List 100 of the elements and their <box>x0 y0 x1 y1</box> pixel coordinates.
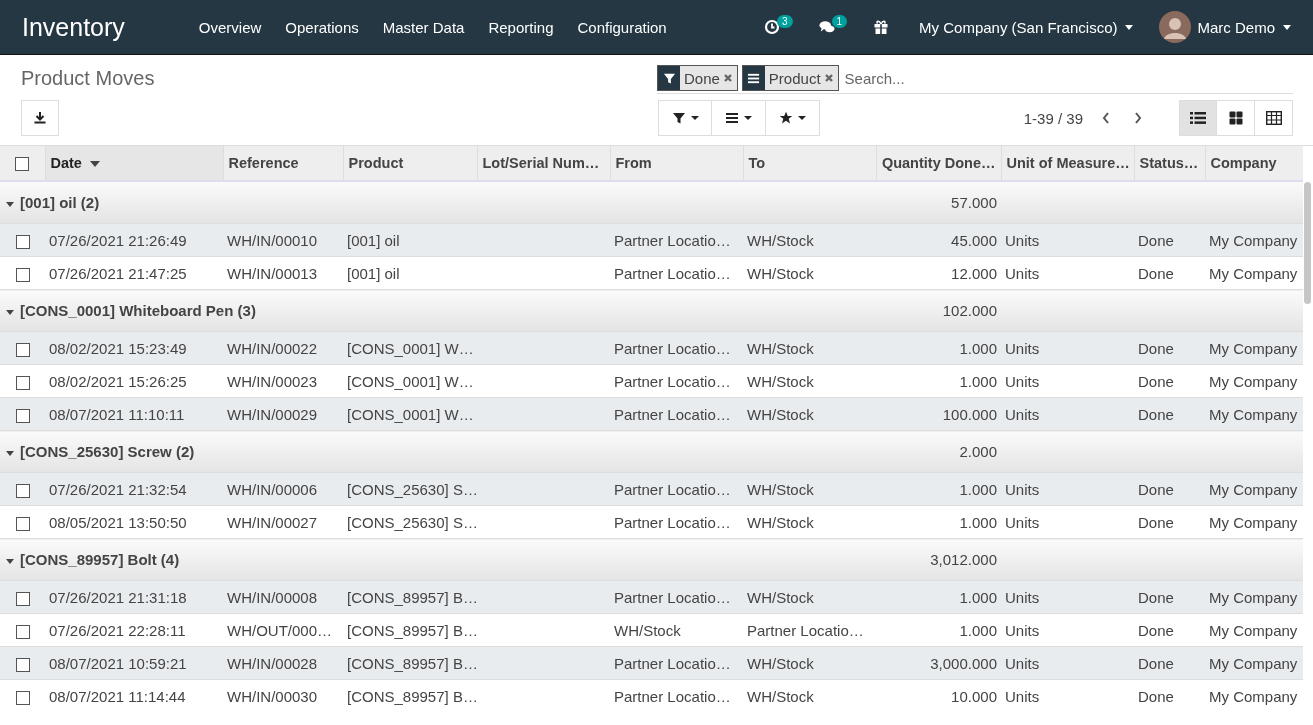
export-button[interactable] <box>21 100 59 136</box>
date-cell: 08/02/2021 15:23:49 <box>49 339 187 357</box>
column-header[interactable]: Reference <box>223 146 343 181</box>
group-total: 2.000 <box>876 430 1001 473</box>
filter-icon <box>662 71 676 85</box>
date-cell: 08/02/2021 15:26:25 <box>49 372 187 390</box>
unit-cell: Units <box>1005 687 1040 705</box>
row-checkbox[interactable] <box>15 408 30 423</box>
unit-cell: Units <box>1005 654 1040 672</box>
column-header[interactable]: Quantity Done… <box>876 146 1001 181</box>
group-header[interactable]: [CONS_0001] Whiteboard Pen (3) <box>0 289 876 332</box>
filters-button[interactable] <box>658 100 712 136</box>
row-checkbox[interactable] <box>15 234 30 249</box>
chat-icon <box>818 19 835 35</box>
message-count: 1 <box>831 14 848 28</box>
column-header[interactable]: To <box>743 146 876 181</box>
menu-item[interactable]: Configuration <box>565 18 679 36</box>
product-cell: [001] oil <box>347 264 400 282</box>
scrollbar[interactable] <box>1304 182 1311 304</box>
row-checkbox[interactable] <box>15 624 30 639</box>
quantity-cell: 10.000 <box>951 687 997 705</box>
column-header[interactable]: Lot/Serial Num… <box>477 146 610 181</box>
from-cell: Partner Locatio… <box>614 264 731 282</box>
menu-item[interactable]: Reporting <box>476 18 566 36</box>
chevron-right-icon <box>1133 111 1143 125</box>
to-cell: WH/Stock <box>747 480 814 498</box>
remove-icon[interactable] <box>823 73 834 83</box>
status-cell: Done <box>1138 339 1174 357</box>
search-facet[interactable]: Done <box>657 65 738 91</box>
company-switcher[interactable]: My Company (San Francisco) <box>909 7 1144 47</box>
remove-icon[interactable] <box>722 73 733 83</box>
column-header[interactable]: Product <box>343 146 477 181</box>
to-cell: WH/Stock <box>747 372 814 390</box>
search-facet[interactable]: Product <box>741 65 839 91</box>
unit-cell: Units <box>1005 339 1040 357</box>
date-cell: 07/26/2021 21:32:54 <box>49 480 187 498</box>
row-checkbox[interactable] <box>15 657 30 672</box>
view-switch-button[interactable] <box>1179 100 1217 136</box>
product-cell: [CONS_0001] W… <box>347 372 474 390</box>
row-checkbox[interactable] <box>15 483 30 498</box>
status-cell: Done <box>1138 588 1174 606</box>
status-cell: Done <box>1138 405 1174 423</box>
from-cell: Partner Locatio… <box>614 513 731 531</box>
group-header[interactable]: [001] oil (2) <box>0 181 876 224</box>
reference-cell: WH/IN/00022 <box>227 339 318 357</box>
row-checkbox[interactable] <box>15 591 30 606</box>
reference-cell: WH/IN/00029 <box>227 405 318 423</box>
column-header[interactable]: Company <box>1205 146 1303 181</box>
quantity-cell: 1.000 <box>959 339 997 357</box>
product-cell: [CONS_89957] B… <box>347 687 477 705</box>
column-header[interactable]: Date <box>45 146 223 181</box>
table-icon <box>1265 111 1282 125</box>
date-cell: 07/26/2021 21:47:25 <box>49 264 187 282</box>
chevron-left-icon <box>1101 111 1111 125</box>
row-checkbox[interactable] <box>15 690 30 705</box>
menu-item[interactable]: Master Data <box>370 18 477 36</box>
select-all-checkbox[interactable] <box>15 157 30 172</box>
row-checkbox[interactable] <box>15 267 30 282</box>
download-icon <box>33 111 47 125</box>
date-cell: 07/26/2021 21:26:49 <box>49 231 187 249</box>
date-cell: 07/26/2021 22:28:11 <box>49 621 186 639</box>
from-cell: Partner Locatio… <box>614 480 731 498</box>
favorites-button[interactable] <box>766 100 820 136</box>
from-cell: Partner Locatio… <box>614 588 731 606</box>
list-icon <box>725 111 739 125</box>
date-cell: 08/07/2021 10:59:21 <box>49 654 187 672</box>
sort-caret-icon <box>89 161 100 168</box>
group-header[interactable]: [CONS_89957] Bolt (4) <box>0 538 876 581</box>
page-title: Product Moves <box>21 67 156 90</box>
company-cell: My Company <box>1209 513 1298 531</box>
company-cell: My Company <box>1209 264 1298 282</box>
from-cell: Partner Locatio… <box>614 687 731 705</box>
group-by-button[interactable] <box>712 100 766 136</box>
quantity-cell: 12.000 <box>951 264 997 282</box>
row-checkbox[interactable] <box>15 342 30 357</box>
app-name[interactable]: Inventory <box>0 12 147 42</box>
group-total: 57.000 <box>876 181 1001 224</box>
row-checkbox[interactable] <box>15 375 30 390</box>
from-cell: Partner Locatio… <box>614 372 731 390</box>
menu-item[interactable]: Overview <box>186 18 274 36</box>
status-cell: Done <box>1138 621 1174 639</box>
pager-value[interactable]: 1-39 / 39 <box>1023 109 1083 127</box>
user-menu[interactable]: Marc Demo <box>1149 7 1301 47</box>
view-switch-button[interactable] <box>1217 100 1255 136</box>
column-header[interactable]: From <box>610 146 743 181</box>
product-cell: [CONS_0001] W… <box>347 405 474 423</box>
reference-cell: WH/IN/00030 <box>227 687 318 705</box>
column-header[interactable]: Status… <box>1134 146 1205 181</box>
list-view-icon <box>1190 111 1206 125</box>
company-cell: My Company <box>1209 339 1298 357</box>
row-checkbox[interactable] <box>15 516 30 531</box>
quantity-cell: 1.000 <box>959 480 997 498</box>
unit-cell: Units <box>1005 372 1040 390</box>
group-header[interactable]: [CONS_25630] Screw (2) <box>0 430 876 473</box>
quantity-cell: 1.000 <box>959 621 997 639</box>
menu-item[interactable]: Operations <box>273 18 371 36</box>
column-header[interactable]: Unit of Measure… <box>1001 146 1134 181</box>
reference-cell: WH/IN/00023 <box>227 372 318 390</box>
company-cell: My Company <box>1209 621 1298 639</box>
view-switch-button[interactable] <box>1255 100 1293 136</box>
